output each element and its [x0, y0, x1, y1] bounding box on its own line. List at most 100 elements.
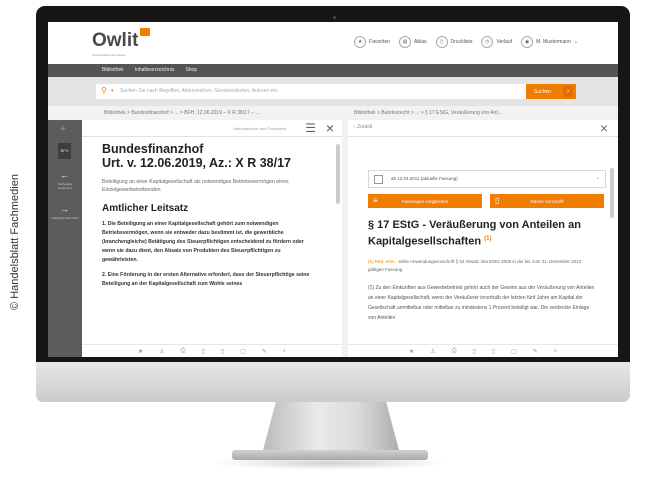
top-header: Owlit Handelsblatt Fachmedien ★ Favoriten…	[48, 22, 618, 64]
editorial-note: (1) Red. Anm.: siehe Anwendungsvorschrif…	[368, 258, 598, 274]
full-provision-button[interactable]: ▯ Ganze Vorschrift	[490, 194, 604, 208]
editorial-note-text: siehe Anwendungsvorschrift § 52 Absatz 3…	[368, 259, 582, 272]
compare-versions-label: Fassungen vergleichen	[401, 199, 449, 204]
menu-item-bibliothek[interactable]: Bibliothek	[102, 67, 124, 73]
search-row: ⚲ ▾ Suchen Sie nach Begriffen, Aktenzeic…	[48, 77, 618, 106]
document-sidebar: + BFH ← Vorheriges Dokument → Nächstes D…	[48, 120, 82, 357]
provision-text: (1) Zu den Einkünften aus Gewerbebetrieb…	[368, 285, 595, 321]
breadcrumb-right[interactable]: Bibliothek > Bundesrecht > ... > § 17 ES…	[354, 110, 502, 116]
copyright-credit: © Handelsblatt Fachmedien	[9, 174, 21, 310]
document-description: Beteiligung an einer Kapitalgesellschaft…	[102, 179, 289, 193]
user-icon: ◉	[521, 36, 534, 48]
bookmark-icon[interactable]: ▯	[201, 348, 204, 355]
close-icon[interactable]: ×	[600, 120, 608, 136]
arrow-right-icon[interactable]: →	[60, 204, 69, 214]
share-icon[interactable]: ♙	[159, 348, 164, 355]
history-icon: ◷	[481, 36, 494, 48]
druckliste-link[interactable]: ▯ Druckliste	[435, 36, 473, 48]
guiding-principle-1: 1. Die Beteiligung an einer Kapitalgesel…	[102, 221, 304, 263]
share-icon[interactable]: ♙	[430, 348, 435, 355]
favorites-label: Favoriten	[369, 39, 391, 45]
chevron-down-icon: ⌄	[573, 39, 578, 45]
folder-icon: ▤	[399, 36, 412, 48]
bookmark-icon: ▯	[435, 36, 448, 48]
arrow-left-icon[interactable]: ←	[60, 170, 69, 180]
court-title: Bundesfinanzhof	[102, 142, 204, 156]
copy-icon[interactable]: ▯	[221, 348, 224, 355]
monitor-chin	[36, 362, 630, 402]
star-icon: ★	[354, 36, 367, 48]
back-button[interactable]: ‹ Zurück	[354, 124, 372, 130]
owlit-logo[interactable]: Owlit	[92, 30, 138, 52]
left-scrollbar[interactable]	[336, 144, 340, 204]
search-button-label: Suchen	[534, 89, 551, 95]
copy-icon[interactable]: ▯	[492, 348, 495, 355]
menu-item-shop[interactable]: Shop	[185, 67, 197, 73]
hamburger-menu-icon[interactable]: ☰	[305, 121, 316, 135]
logo-subtitle: Handelsblatt Fachmedien	[92, 53, 127, 57]
version-value: ab 12.04.2011 (aktuelle Fassung)	[391, 176, 458, 181]
provision-title-text: § 17 EStG - Veräußerung von Anteilen an …	[368, 219, 581, 248]
verlauf-link[interactable]: ◷ Verlauf	[481, 36, 512, 48]
document-tab[interactable]: BFH	[58, 143, 71, 159]
left-document-panel: Informationen zum Dokument ☰ × Bundesfin…	[82, 120, 342, 357]
right-panel-header: ‹ Zurück ×	[348, 120, 618, 137]
search-placeholder: Suchen Sie nach Begriffen, Aktenzeichen,…	[120, 88, 279, 94]
favorite-icon[interactable]: ★	[409, 348, 414, 355]
editorial-note-label: (1) Red. Anm.:	[368, 259, 398, 264]
fullscreen-icon[interactable]: ▢	[240, 348, 246, 355]
next-document-label[interactable]: Nächstes Dokument	[51, 216, 79, 220]
find-icon[interactable]: ⌕	[283, 348, 286, 355]
back-label: Zurück	[357, 124, 373, 130]
main-menu: Bibliothek Inhaltsverzeichnis Shop	[48, 64, 618, 77]
logo-badge-icon	[140, 28, 150, 36]
camera-dot	[333, 16, 336, 19]
full-provision-label: Ganze Vorschrift	[530, 199, 564, 204]
favorites-link[interactable]: ★ Favoriten	[354, 36, 390, 48]
user-menu[interactable]: ◉ M. Mustermann ⌄	[521, 36, 578, 48]
right-document-toolbar: ★ ♙ ⎙ ▯ ▯ ▢ ✎ ⌕	[348, 344, 618, 357]
document-info-link[interactable]: Informationen zum Dokument	[234, 126, 286, 131]
arrow-right-icon: ›	[563, 86, 573, 97]
bookmark-icon[interactable]: ▯	[472, 348, 475, 355]
search-input[interactable]: ⚲ ▾ Suchen Sie nach Begriffen, Aktenzeic…	[96, 84, 576, 99]
menu-item-inhaltsverzeichnis[interactable]: Inhaltsverzeichnis	[135, 67, 175, 73]
favorite-icon[interactable]: ★	[138, 348, 143, 355]
monitor-foot	[232, 450, 428, 460]
find-icon[interactable]: ⌕	[554, 348, 557, 355]
print-icon[interactable]: ⎙	[452, 348, 457, 355]
provision-title: § 17 EStG - Veräußerung von Anteilen an …	[368, 218, 598, 249]
left-document-toolbar: ★ ♙ ⎙ ▯ ▯ ▢ ✎ ⌕	[82, 344, 342, 357]
user-name: M. Mustermann	[536, 39, 571, 45]
guiding-principle-2: 2. Eine Förderung in der ersten Alternat…	[102, 272, 310, 287]
calendar-icon	[374, 175, 383, 184]
judgment-title: Urt. v. 12.06.2019, Az.: X R 38/17	[102, 156, 291, 170]
edit-icon[interactable]: ✎	[262, 348, 267, 355]
search-options-chevron-icon[interactable]: ▾	[111, 88, 114, 94]
section-heading: Amtlicher Leitsatz	[102, 203, 189, 214]
monitor-stand	[262, 402, 400, 454]
previous-document-label[interactable]: Vorheriges Dokument	[51, 182, 79, 190]
search-button[interactable]: Suchen ›	[526, 84, 576, 99]
top-nav: ★ Favoriten ▤ Ablas ▯ Druckliste ◷ Verlauf ◉…	[354, 36, 578, 48]
add-icon[interactable]: +	[60, 124, 66, 135]
print-icon[interactable]: ⎙	[181, 348, 186, 355]
chevron-down-icon: ⌄	[595, 175, 600, 181]
ablage-link[interactable]: ▤ Ablas	[399, 36, 427, 48]
footnote-marker[interactable]: (1)	[484, 236, 491, 242]
left-document-body: Bundesfinanzhof Urt. v. 12.06.2019, Az.:…	[102, 142, 317, 289]
version-select[interactable]: ab 12.04.2011 (aktuelle Fassung) ⌄	[368, 170, 606, 188]
left-panel-header: Informationen zum Dokument ☰ ×	[82, 120, 342, 137]
close-icon[interactable]: ×	[326, 120, 334, 136]
breadcrumb-left[interactable]: Bibliothek > Bundesfinanzhof > ... > BFH…	[104, 110, 260, 116]
fullscreen-icon[interactable]: ▢	[511, 348, 517, 355]
search-icon[interactable]: ⚲	[101, 86, 107, 95]
verlauf-label: Verlauf	[496, 39, 513, 45]
right-document-panel: ‹ Zurück × ab 12.04.2011 (aktuelle Fassu…	[348, 120, 618, 357]
edit-icon[interactable]: ✎	[533, 348, 538, 355]
ablage-label: Ablas	[414, 39, 427, 45]
compare-versions-button[interactable]: ≡ Fassungen vergleichen	[368, 194, 482, 208]
right-scrollbar[interactable]	[610, 168, 614, 218]
druckliste-label: Druckliste	[450, 39, 473, 45]
screen: Owlit Handelsblatt Fachmedien ★ Favoriten…	[48, 22, 618, 357]
